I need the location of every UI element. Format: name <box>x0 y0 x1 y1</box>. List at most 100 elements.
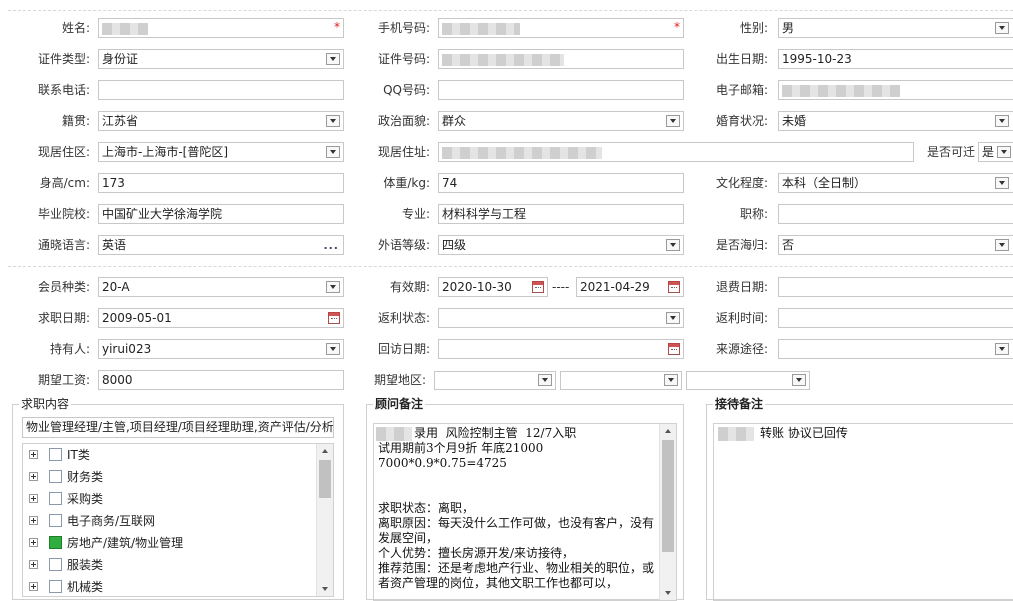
region-select-2[interactable] <box>560 371 682 390</box>
politics-select[interactable]: 群众 <box>438 111 684 131</box>
member-type-select[interactable]: 20-A <box>98 277 344 297</box>
gender-select[interactable]: 男 <box>778 18 1013 38</box>
chevron-down-icon[interactable] <box>326 53 340 65</box>
chevron-down-icon[interactable] <box>326 146 340 158</box>
category-checkbox[interactable] <box>49 470 62 483</box>
residence-addr-input[interactable] <box>438 142 914 162</box>
title-input[interactable] <box>778 204 1013 224</box>
rebate-status-select[interactable] <box>438 308 684 328</box>
scroll-thumb[interactable] <box>662 440 674 552</box>
tree-item[interactable]: 房地产/建筑/物业管理 <box>23 532 317 554</box>
notes-scrollbar[interactable] <box>659 424 676 600</box>
chevron-down-icon[interactable] <box>326 115 340 127</box>
tree-item[interactable]: 财务类 <box>23 466 317 488</box>
chevron-down-icon[interactable] <box>995 343 1009 355</box>
marital-select[interactable]: 未婚 <box>778 111 1013 131</box>
education-value: 本科（全日制） <box>782 176 867 190</box>
visit-date-input[interactable] <box>438 339 684 359</box>
region-select-1[interactable] <box>434 371 556 390</box>
id-number-input[interactable] <box>438 49 684 69</box>
source-select[interactable] <box>778 339 1013 359</box>
scroll-up-icon[interactable] <box>317 444 333 458</box>
chevron-down-icon[interactable] <box>538 374 552 386</box>
job-date-label: 求职日期: <box>37 311 90 325</box>
tree-item[interactable]: 服装类 <box>23 554 317 576</box>
validity-start-input[interactable]: 2020-10-30 <box>438 277 548 297</box>
tree-item[interactable]: IT类 <box>23 444 317 466</box>
calendar-icon[interactable] <box>668 343 680 355</box>
birth-date-input[interactable]: 1995-10-23 <box>778 49 1013 69</box>
chevron-down-icon[interactable] <box>666 239 680 251</box>
expand-icon[interactable] <box>29 560 38 569</box>
chevron-down-icon[interactable] <box>995 115 1009 127</box>
weight-input[interactable]: 74 <box>438 173 684 193</box>
school-input[interactable]: 中国矿业大学徐海学院 <box>98 204 344 224</box>
name-input[interactable]: * <box>98 18 344 38</box>
chevron-down-icon[interactable] <box>666 312 680 324</box>
email-label: 电子邮箱: <box>715 83 768 97</box>
category-checkbox[interactable] <box>49 536 62 549</box>
qq-input[interactable] <box>438 80 684 100</box>
reception-notes-textarea[interactable]: 转账 协议已回传 <box>713 423 1013 601</box>
category-checkbox[interactable] <box>49 558 62 571</box>
major-input[interactable]: 材料科学与工程 <box>438 204 684 224</box>
tree-item[interactable]: 采购类 <box>23 488 317 510</box>
salary-input[interactable]: 8000 <box>98 370 344 390</box>
category-tree[interactable]: IT类 财务类 采购类 电子商务/互联网 房地产/建筑/物业管理 服装类 机械类 <box>22 443 334 597</box>
returnee-select[interactable]: 否 <box>778 235 1013 255</box>
relocate-select[interactable]: 是 <box>978 142 1013 162</box>
tree-scrollbar[interactable] <box>316 444 333 596</box>
height-input[interactable]: 173 <box>98 173 344 193</box>
refund-date-input[interactable] <box>778 277 1013 297</box>
advisor-notes-textarea[interactable]: 录用 风险控制主管 12/7入职 试用期前3个月9折 年底21000 7000*… <box>373 423 677 601</box>
category-checkbox[interactable] <box>49 514 62 527</box>
job-content-summary[interactable]: 物业管理经理/主管,项目经理/项目经理助理,资产评估/分析 <box>22 417 334 438</box>
chevron-down-icon[interactable] <box>792 374 806 386</box>
job-date-input[interactable]: 2009-05-01 <box>98 308 344 328</box>
chevron-down-icon[interactable] <box>666 115 680 127</box>
chevron-down-icon[interactable] <box>997 146 1011 158</box>
expand-icon[interactable] <box>29 538 38 547</box>
calendar-icon[interactable] <box>668 281 680 293</box>
expand-icon[interactable] <box>29 450 38 459</box>
tel-input[interactable] <box>98 80 344 100</box>
phone-input[interactable]: * <box>438 18 684 38</box>
language-input[interactable]: 英语... <box>98 235 344 255</box>
expand-icon[interactable] <box>29 472 38 481</box>
required-mark: * <box>334 20 340 34</box>
expand-icon[interactable] <box>29 516 38 525</box>
chevron-down-icon[interactable] <box>995 177 1009 189</box>
residence-area-select[interactable]: 上海市-上海市-[普陀区] <box>98 142 344 162</box>
chevron-down-icon[interactable] <box>326 281 340 293</box>
chevron-down-icon[interactable] <box>995 22 1009 34</box>
calendar-icon[interactable] <box>532 281 544 293</box>
calendar-icon[interactable] <box>328 312 340 324</box>
scroll-thumb[interactable] <box>319 460 331 498</box>
marital-value: 未婚 <box>782 114 807 128</box>
holder-value: yirui023 <box>102 342 152 356</box>
category-checkbox[interactable] <box>49 448 62 461</box>
expand-icon[interactable] <box>29 582 38 591</box>
chevron-down-icon[interactable] <box>326 343 340 355</box>
chevron-down-icon[interactable] <box>995 239 1009 251</box>
native-select[interactable]: 江苏省 <box>98 111 344 131</box>
category-checkbox[interactable] <box>49 580 62 593</box>
holder-select[interactable]: yirui023 <box>98 339 344 359</box>
email-input[interactable] <box>778 80 1013 100</box>
more-options-icon[interactable]: ... <box>323 237 339 254</box>
scroll-up-icon[interactable] <box>660 424 676 438</box>
foreign-level-select[interactable]: 四级 <box>438 235 684 255</box>
id-type-select[interactable]: 身份证 <box>98 49 344 69</box>
chevron-down-icon[interactable] <box>664 374 678 386</box>
residence-addr-label: 现居住址: <box>377 145 430 159</box>
category-checkbox[interactable] <box>49 492 62 505</box>
education-select[interactable]: 本科（全日制） <box>778 173 1013 193</box>
scroll-down-icon[interactable] <box>660 586 676 600</box>
foreign-level-label: 外语等级: <box>377 238 430 252</box>
rebate-time-input[interactable] <box>778 308 1013 328</box>
expand-icon[interactable] <box>29 494 38 503</box>
tree-item[interactable]: 电子商务/互联网 <box>23 510 317 532</box>
gender-label: 性别: <box>739 21 768 35</box>
region-select-3[interactable] <box>686 371 810 390</box>
validity-end-input[interactable]: 2021-04-29 <box>576 277 684 297</box>
